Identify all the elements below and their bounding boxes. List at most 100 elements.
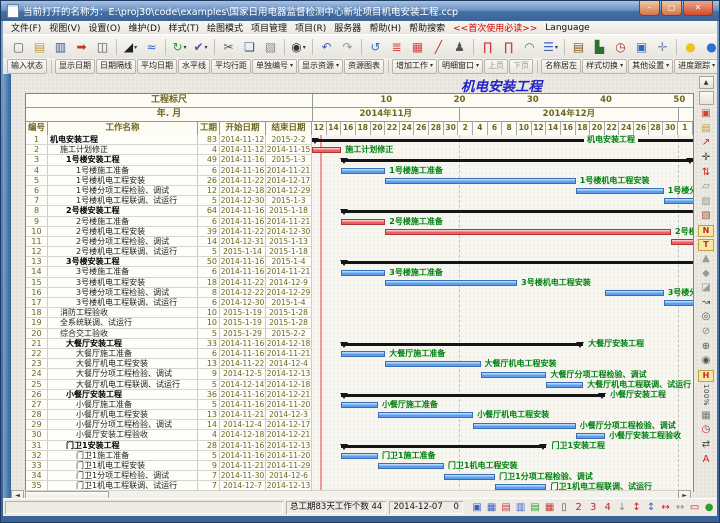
check-tool-button[interactable]: ✔▾: [190, 37, 211, 58]
duration-cell[interactable]: 6: [198, 166, 220, 175]
end-date-cell[interactable]: 2014-12-29: [266, 288, 312, 297]
text-icon[interactable]: T: [698, 239, 714, 251]
format-colors-icon[interactable]: ▣: [698, 107, 714, 122]
task-name-cell[interactable]: 小餐厅分项工程检验、调试: [48, 420, 198, 429]
summary-bar[interactable]: [341, 445, 546, 448]
task-bar[interactable]: [546, 382, 583, 388]
table-frame-icon[interactable]: ▥: [513, 500, 528, 515]
start-date-cell[interactable]: 2014-11-16: [220, 441, 266, 450]
start-date-cell[interactable]: 2014-12-18: [220, 186, 266, 195]
task-bar[interactable]: [671, 239, 693, 245]
task-bar[interactable]: [341, 168, 385, 174]
start-date-cell[interactable]: 2014-12-4: [220, 420, 266, 429]
menu-item[interactable]: 帮助搜索: [405, 21, 449, 34]
end-date-cell[interactable]: 2015-1-13: [266, 237, 312, 246]
zoom-select-icon[interactable]: ◎: [698, 310, 714, 325]
col-width-icon[interactable]: ↔: [658, 500, 673, 515]
outline-collapse-icon[interactable]: ↓: [615, 500, 630, 515]
view-toolbar-button[interactable]: 显示资源▾: [298, 59, 343, 74]
scroll-up-button[interactable]: ▲: [699, 76, 714, 89]
duration-cell[interactable]: 4: [198, 430, 220, 439]
task-bar[interactable]: [341, 219, 385, 225]
duration-cell[interactable]: 64: [198, 206, 220, 215]
row-number-cell[interactable]: 2: [26, 145, 48, 154]
start-date-cell[interactable]: 2014-11-16: [220, 267, 266, 276]
row-number-cell[interactable]: 25: [26, 380, 48, 389]
table-row[interactable]: 27小餐厅施工准备52014-11-162014-11-20: [26, 400, 312, 410]
task-bar[interactable]: [473, 423, 576, 429]
row-number-cell[interactable]: 12: [26, 247, 48, 256]
task-name-cell[interactable]: 1号楼施工准备: [48, 166, 198, 175]
calculator-icon[interactable]: ▦: [698, 409, 714, 424]
table-row[interactable]: 122号楼机电工程联调、试运行52015-1-142015-1-18: [26, 247, 312, 257]
duration-cell[interactable]: 28: [198, 441, 220, 450]
end-date-cell[interactable]: 2015-1-3: [266, 196, 312, 205]
outline-level-2-icon[interactable]: 2: [571, 500, 586, 515]
task-name-cell[interactable]: 门卫1安装工程: [48, 441, 198, 450]
row-number-cell[interactable]: 27: [26, 400, 48, 409]
new-file-button[interactable]: ▢: [8, 37, 29, 58]
menu-item[interactable]: 设置(O): [84, 21, 124, 34]
end-date-cell[interactable]: 2014-12-4: [266, 359, 312, 368]
clock-edit-button[interactable]: ◷: [610, 37, 631, 58]
find-button[interactable]: ◉▾: [288, 37, 309, 58]
duration-cell[interactable]: 50: [198, 257, 220, 266]
duration-cell[interactable]: 10: [198, 318, 220, 327]
task-name-cell[interactable]: 施工计划修正: [48, 145, 198, 154]
start-date-cell[interactable]: 2014-12-18: [220, 430, 266, 439]
end-date-cell[interactable]: 2014-12-21: [266, 430, 312, 439]
row-number-cell[interactable]: 33: [26, 461, 48, 470]
row-number-cell[interactable]: 15: [26, 278, 48, 287]
swap-icon[interactable]: ⇄: [698, 438, 714, 453]
menu-item[interactable]: 文件(F): [7, 21, 45, 34]
table-row[interactable]: 28小餐厅机电工程安装132014-11-212014-12-3: [26, 410, 312, 420]
row-number-cell[interactable]: 20: [26, 329, 48, 338]
task-name-cell[interactable]: 3号楼施工准备: [48, 267, 198, 276]
view-toolbar-button[interactable]: 显示日期: [55, 59, 95, 74]
start-date-cell[interactable]: 2014-11-22: [220, 278, 266, 287]
bulb-button[interactable]: ●: [680, 37, 701, 58]
navigate-button[interactable]: ✛: [652, 37, 673, 58]
table-row[interactable]: 61号楼分项工程检验、调试122014-12-182014-12-29: [26, 186, 312, 196]
library-button[interactable]: ▤: [568, 37, 589, 58]
row-number-cell[interactable]: 24: [26, 369, 48, 378]
task-name-cell[interactable]: 3号楼分项工程检验、调试: [48, 288, 198, 297]
duration-cell[interactable]: 5: [198, 196, 220, 205]
start-date-cell[interactable]: 2014-11-16: [220, 166, 266, 175]
menu-item[interactable]: 维护(D): [125, 21, 165, 34]
view-toolbar-button[interactable]: 平均行距: [211, 59, 251, 74]
end-date-cell[interactable]: 2014-12-21: [266, 390, 312, 399]
row-number-cell[interactable]: 6: [26, 186, 48, 195]
table-row[interactable]: 20综合交工验收52015-1-292015-2-2: [26, 329, 312, 339]
view-toolbar-button[interactable]: 平均日期: [137, 59, 177, 74]
row-number-cell[interactable]: 10: [26, 227, 48, 236]
zoom-level-label[interactable]: 100%: [698, 383, 714, 409]
duration-cell[interactable]: 13: [198, 359, 220, 368]
save-button[interactable]: ▥: [50, 37, 71, 58]
end-date-cell[interactable]: 2014-11-21: [266, 349, 312, 358]
start-date-cell[interactable]: 2014-11-16: [220, 349, 266, 358]
view-toolbar-button[interactable]: 明细窗口▾: [438, 59, 483, 74]
summary-bar[interactable]: [341, 343, 583, 346]
row-number-cell[interactable]: 3: [26, 155, 48, 164]
end-date-cell[interactable]: 2014-11-20: [266, 400, 312, 409]
maximize-button[interactable]: ▢: [661, 1, 682, 16]
end-date-cell[interactable]: 2014-12-3: [266, 410, 312, 419]
row-number-cell[interactable]: 31: [26, 441, 48, 450]
table-row[interactable]: 133号楼安装工程502014-11-162015-1-4: [26, 257, 312, 267]
duration-cell[interactable]: 33: [198, 339, 220, 348]
curve-tool-button[interactable]: ≈: [141, 37, 162, 58]
start-date-cell[interactable]: 2015-1-19: [220, 318, 266, 327]
view-toolbar-button[interactable]: 单独编号▾: [252, 59, 297, 74]
move-up-icon[interactable]: ▲: [698, 252, 714, 267]
end-date-cell[interactable]: 2014-11-21: [266, 267, 312, 276]
end-date-cell[interactable]: 2014-12-13: [266, 441, 312, 450]
start-date-cell[interactable]: 2014-12-30: [220, 196, 266, 205]
refresh-button[interactable]: ↻▾: [169, 37, 190, 58]
start-date-cell[interactable]: 2014-11-22: [220, 176, 266, 185]
menu-item[interactable]: 项目管理: [247, 21, 291, 34]
table-row[interactable]: 22大餐厅施工准备62014-11-162014-11-21: [26, 349, 312, 359]
clock-icon[interactable]: ◷: [698, 423, 714, 438]
view-toolbar-button[interactable]: 日期隔线: [96, 59, 136, 74]
start-date-cell[interactable]: 2014-11-22: [220, 359, 266, 368]
